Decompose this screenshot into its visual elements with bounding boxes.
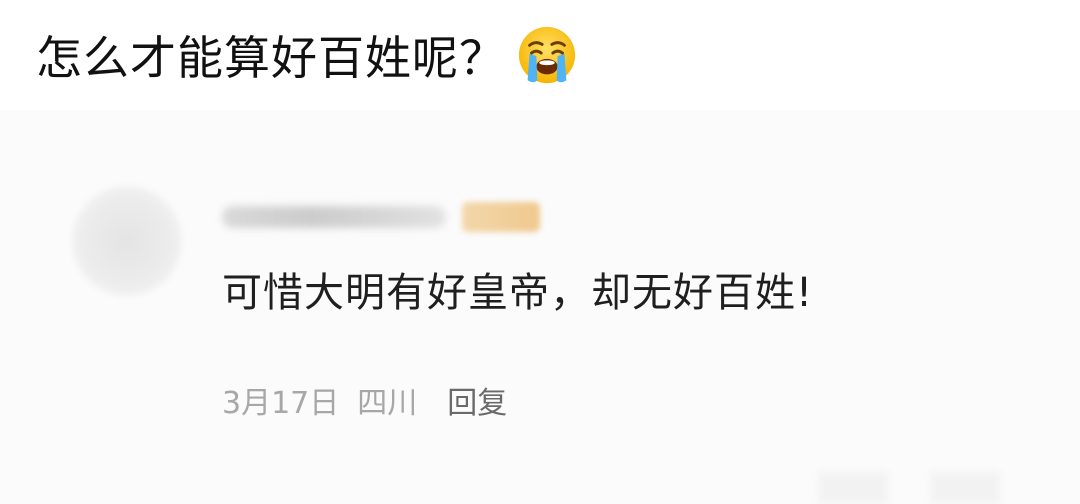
caption-text: 怎么才能算好百姓呢？ — [36, 31, 506, 85]
comment-meta: 3月17日 四川 回复 — [222, 378, 507, 422]
comment-screenshot: 可惜大明有好皇帝，却无好百姓! 3月17日 四川 回复 — [0, 110, 1080, 504]
avatar[interactable] — [72, 186, 182, 296]
post-caption: 怎么才能算好百姓呢？ — [36, 22, 578, 88]
username-redacted[interactable] — [222, 206, 446, 228]
blurred-artifact — [818, 472, 888, 504]
comment-date: 3月17日 — [222, 386, 340, 421]
comment-location: 四川 — [357, 386, 418, 421]
reply-button[interactable]: 回复 — [447, 378, 507, 422]
level-badge — [462, 202, 540, 232]
loudly-crying-face-icon — [518, 26, 576, 84]
comment-text: 可惜大明有好皇帝，却无好百姓! — [222, 270, 814, 316]
blurred-artifact — [930, 472, 1000, 504]
